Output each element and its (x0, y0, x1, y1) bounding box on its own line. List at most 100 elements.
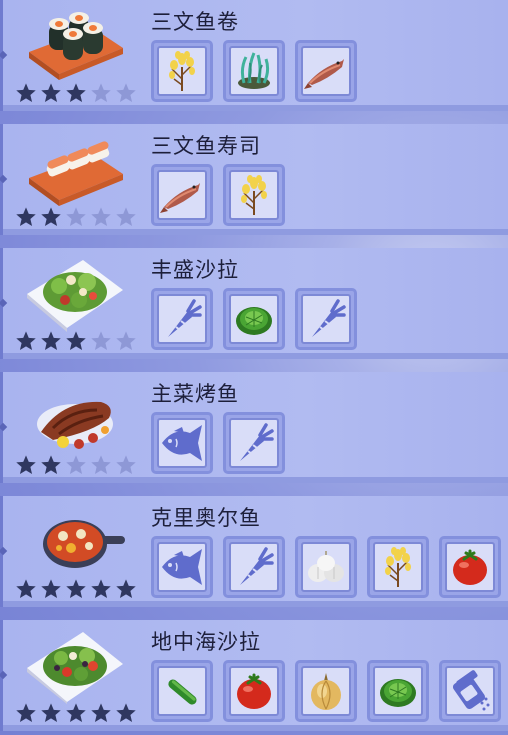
rice-plant-icon (373, 542, 423, 592)
star-filled-icon (40, 82, 62, 104)
ingredient-slot[interactable] (367, 660, 429, 722)
creole-fish-icon (23, 504, 127, 580)
star-filled-icon (40, 330, 62, 352)
fish-silhouette-icon (157, 542, 207, 592)
ingredient-slot[interactable] (439, 660, 501, 722)
star-empty-icon (65, 454, 87, 476)
star-filled-icon (40, 206, 62, 228)
ingredient-slot[interactable] (151, 288, 213, 350)
star-rating (15, 330, 137, 354)
ingredient-slot[interactable] (223, 40, 285, 102)
ingredient-slot[interactable] (223, 412, 285, 474)
star-filled-icon (115, 702, 137, 724)
star-filled-icon (15, 578, 37, 600)
ingredient-slot[interactable] (151, 536, 213, 598)
star-filled-icon (65, 702, 87, 724)
grilled-fish-icon (23, 380, 127, 456)
garlic-icon (301, 542, 351, 592)
star-empty-icon (65, 206, 87, 228)
ingredient-slots (151, 412, 285, 474)
salad-icon (23, 256, 127, 332)
star-rating (15, 206, 137, 230)
seaweed-icon (229, 46, 279, 96)
recipe-name: 三文鱼卷 (151, 10, 239, 34)
ingredient-slot[interactable] (295, 660, 357, 722)
recipe-name: 地中海沙拉 (151, 630, 261, 654)
star-filled-icon (65, 330, 87, 352)
salmon-icon (301, 46, 351, 96)
ingredient-slot[interactable] (367, 536, 429, 598)
recipe-card[interactable]: 三文鱼卷 (0, 0, 508, 111)
star-empty-icon (90, 82, 112, 104)
star-filled-icon (65, 82, 87, 104)
vegetable-silhouette-icon (301, 294, 351, 344)
star-filled-icon (15, 330, 37, 352)
ingredient-slot[interactable] (223, 164, 285, 226)
star-filled-icon (90, 578, 112, 600)
card-divider (3, 477, 508, 483)
lettuce-icon (373, 666, 423, 716)
ingredient-slot[interactable] (223, 660, 285, 722)
star-filled-icon (40, 454, 62, 476)
star-filled-icon (115, 578, 137, 600)
vegetable-silhouette-icon (229, 542, 279, 592)
ingredient-slot[interactable] (295, 40, 357, 102)
ingredient-slot[interactable] (151, 164, 213, 226)
star-empty-icon (115, 82, 137, 104)
recipe-card[interactable]: 三文鱼寿司 (0, 124, 508, 235)
tomato-icon (445, 542, 495, 592)
card-divider (3, 353, 508, 359)
star-filled-icon (40, 702, 62, 724)
ingredient-slots (151, 164, 285, 226)
recipe-name: 克里奥尔鱼 (151, 506, 261, 530)
ingredient-slot[interactable] (151, 660, 213, 722)
ingredient-slot[interactable] (223, 288, 285, 350)
ingredient-slot[interactable] (295, 288, 357, 350)
ingredient-slot[interactable] (439, 536, 501, 598)
ingredient-slot[interactable] (151, 412, 213, 474)
salmon-sushi-icon (23, 132, 127, 208)
salmon-roll-icon (23, 8, 127, 84)
cucumber-icon (157, 666, 207, 716)
recipe-card[interactable]: 丰盛沙拉 (0, 248, 508, 359)
ingredient-slots (151, 536, 501, 598)
ingredient-slot[interactable] (223, 536, 285, 598)
fish-silhouette-icon (157, 418, 207, 468)
star-filled-icon (15, 82, 37, 104)
star-empty-icon (115, 330, 137, 352)
vegetable-silhouette-icon (229, 418, 279, 468)
rice-plant-icon (229, 170, 279, 220)
ingredient-slots (151, 660, 501, 722)
ingredient-slot[interactable] (295, 536, 357, 598)
star-filled-icon (90, 702, 112, 724)
star-rating (15, 702, 137, 726)
salmon-icon (157, 170, 207, 220)
star-filled-icon (15, 454, 37, 476)
ingredient-slots (151, 288, 357, 350)
star-filled-icon (15, 702, 37, 724)
star-rating (15, 454, 137, 478)
star-empty-icon (90, 454, 112, 476)
star-empty-icon (115, 454, 137, 476)
lettuce-icon (229, 294, 279, 344)
spice-silhouette-icon (445, 666, 495, 716)
star-empty-icon (90, 206, 112, 228)
recipe-card[interactable]: 主菜烤鱼 (0, 372, 508, 483)
star-empty-icon (90, 330, 112, 352)
recipe-name: 三文鱼寿司 (151, 134, 261, 158)
recipe-card[interactable]: 地中海沙拉 (0, 620, 508, 731)
recipe-name: 主菜烤鱼 (151, 382, 239, 406)
star-empty-icon (115, 206, 137, 228)
star-filled-icon (65, 578, 87, 600)
star-filled-icon (15, 206, 37, 228)
ingredient-slots (151, 40, 357, 102)
card-divider (3, 601, 508, 607)
recipe-card[interactable]: 克里奥尔鱼 (0, 496, 508, 607)
card-divider (3, 105, 508, 111)
rice-plant-icon (157, 46, 207, 96)
star-filled-icon (40, 578, 62, 600)
ingredient-slot[interactable] (151, 40, 213, 102)
tomato-icon (229, 666, 279, 716)
vegetable-silhouette-icon (157, 294, 207, 344)
star-rating (15, 578, 137, 602)
